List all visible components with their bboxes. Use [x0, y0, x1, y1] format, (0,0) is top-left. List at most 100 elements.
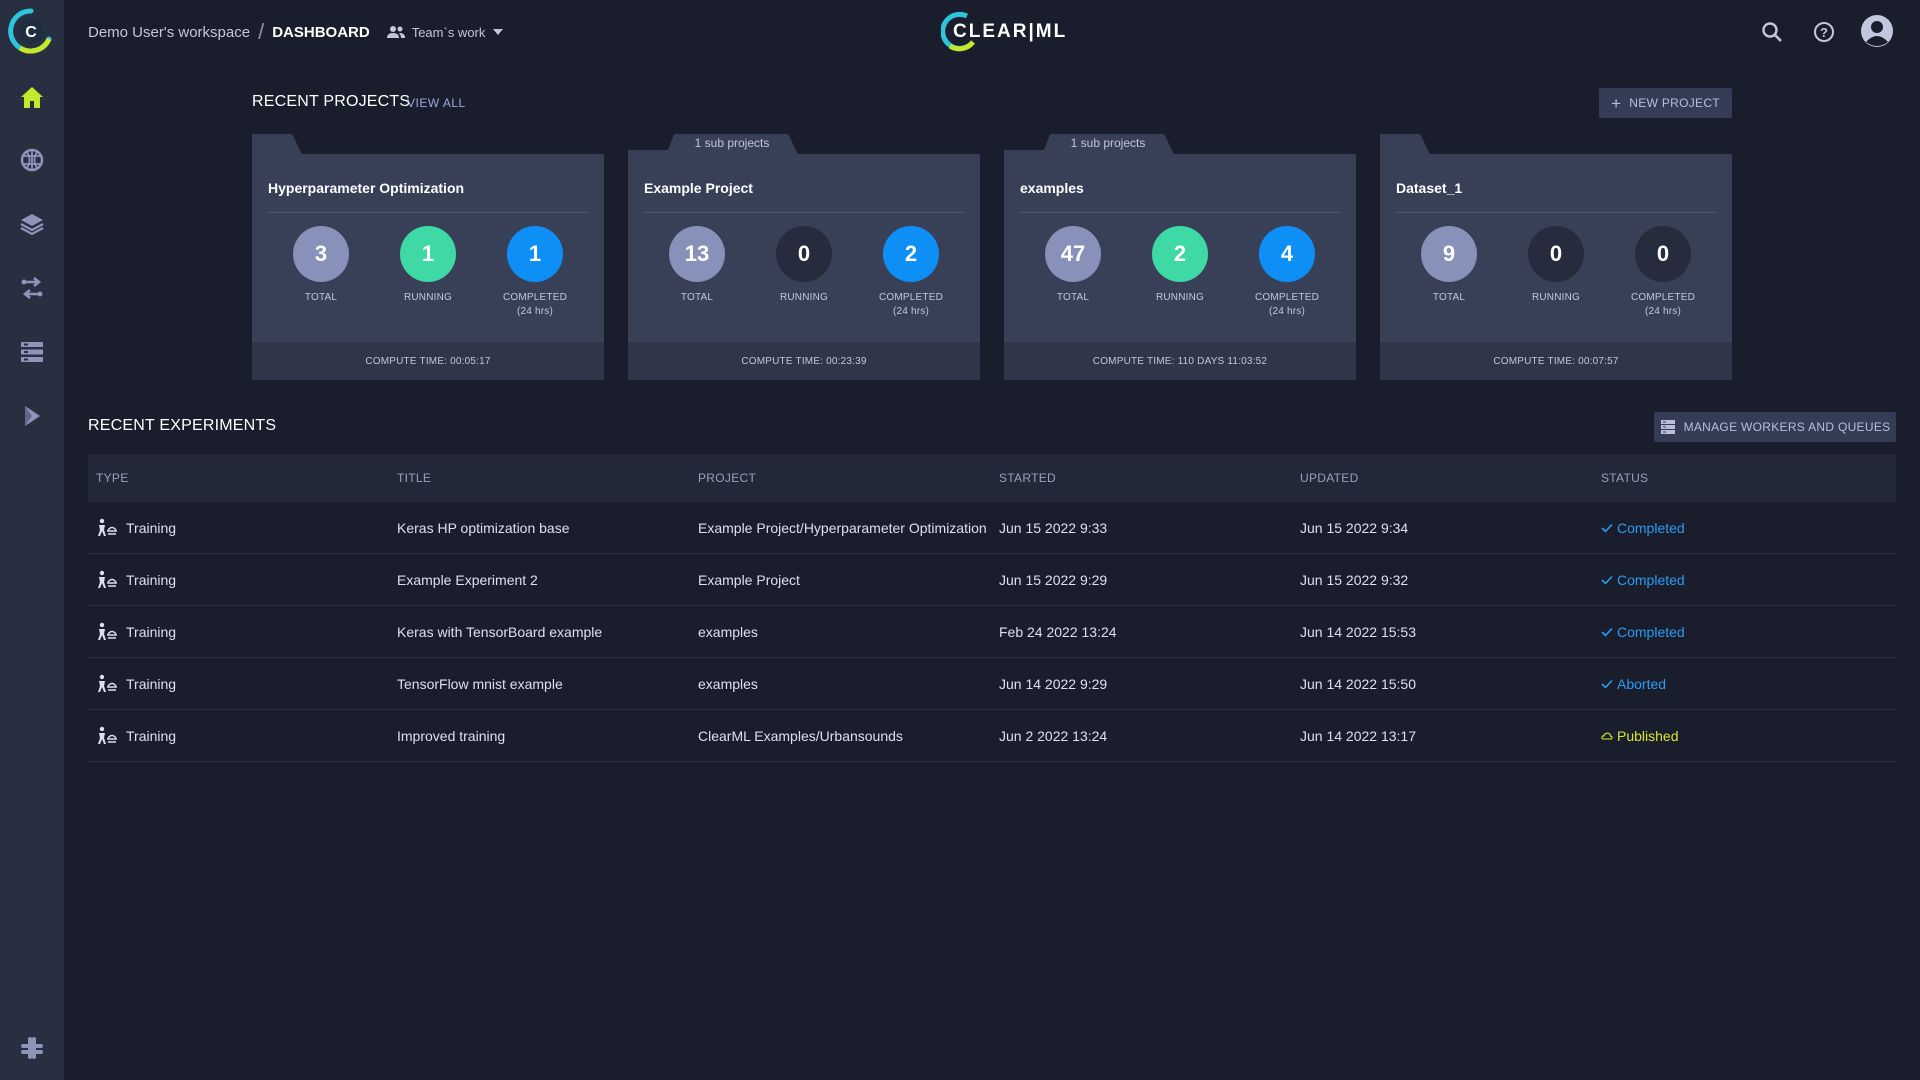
total-label: TOTAL [304, 292, 338, 303]
clearml-logo[interactable]: C [8, 8, 54, 54]
layers-icon [20, 214, 44, 236]
stat-completed: 4 COMPLETED (24 hrs) [1237, 226, 1337, 319]
cell-project: Example Project/Hyperparameter Optimizat… [698, 519, 987, 536]
total-label: TOTAL [1432, 292, 1466, 303]
cell-title: Improved training [397, 727, 506, 744]
manage-workers-label: MANAGE WORKERS AND QUEUES [1683, 420, 1891, 434]
project-card[interactable]: Hyperparameter Optimization 3 TOTAL 1 RU… [252, 134, 604, 380]
project-name: examples [1020, 180, 1084, 196]
top-header: Demo User's workspace / DASHBOARD Team`s… [64, 0, 1920, 64]
sidebar-item-slack[interactable] [0, 1022, 64, 1074]
compute-time: COMPUTE TIME: 00:05:17 [252, 342, 604, 380]
completed-label-period: (24 hrs) [1644, 306, 1682, 317]
pipelines-icon [21, 276, 43, 300]
deploy-icon [25, 406, 40, 426]
table-row[interactable]: Training Example Experiment 2 Example Pr… [88, 554, 1896, 606]
card-folder-tab [252, 134, 302, 154]
completed-label-text: COMPLETED [1254, 292, 1320, 303]
stat-completed: 2 COMPLETED (24 hrs) [861, 226, 961, 319]
total-count: 9 [1421, 226, 1477, 282]
column-header-status[interactable]: STATUS [1601, 471, 1896, 485]
card-folder-tab [1380, 134, 1430, 154]
table-row[interactable]: Training Keras with TensorBoard example … [88, 606, 1896, 658]
cell-status: Completed [1601, 572, 1896, 588]
column-header-started[interactable]: STARTED [999, 471, 1300, 485]
cell-updated: Jun 14 2022 15:53 [1300, 623, 1416, 640]
recent-projects-title: RECENT PROJECTS [252, 93, 411, 110]
status-label: Published [1617, 727, 1679, 744]
sidebar-item-pipelines[interactable] [0, 262, 64, 314]
cell-title: TensorFlow mnist example [397, 675, 563, 692]
completed-label: COMPLETED (24 hrs) [503, 291, 567, 319]
column-header-updated[interactable]: UPDATED [1300, 471, 1601, 485]
card-divider [644, 212, 964, 213]
breadcrumb-workspace[interactable]: Demo User's workspace [88, 24, 250, 41]
card-divider [1020, 212, 1340, 213]
cell-updated: Jun 15 2022 9:34 [1300, 519, 1409, 536]
project-name: Hyperparameter Optimization [268, 180, 465, 196]
cell-type: Training [88, 518, 397, 538]
project-card[interactable]: 1 sub projects Example Project 13 TOTAL … [628, 134, 980, 380]
sidebar-item-datasets[interactable] [0, 198, 64, 250]
new-project-button[interactable]: + NEW PROJECT [1599, 88, 1732, 118]
column-header-title[interactable]: TITLE [397, 471, 698, 485]
team-filter-dropdown[interactable]: Team`s work [386, 25, 504, 40]
cell-status: Aborted [1601, 676, 1896, 692]
cell-project: ClearML Examples/Urbansounds [698, 727, 903, 744]
cell-started: Jun 14 2022 9:29 [999, 675, 1108, 692]
running-label: RUNNING [1531, 292, 1581, 303]
svg-text:C: C [25, 24, 37, 41]
table-row[interactable]: Training TensorFlow mnist example exampl… [88, 658, 1896, 710]
table-row[interactable]: Training Improved training ClearML Examp… [88, 710, 1896, 762]
experiments-table: TYPE TITLE PROJECT STARTED UPDATED STATU… [88, 454, 1896, 762]
brand-logo: CLEAR|ML [941, 10, 1067, 54]
column-header-type[interactable]: TYPE [88, 471, 397, 485]
workers-icon [21, 342, 43, 362]
manage-workers-button[interactable]: MANAGE WORKERS AND QUEUES [1654, 412, 1896, 442]
user-avatar-icon[interactable] [1860, 14, 1894, 48]
cell-type: Training [88, 726, 397, 746]
view-all-link[interactable]: VIEW ALL [407, 96, 466, 110]
card-divider [268, 212, 588, 213]
workers-icon [1660, 420, 1675, 434]
project-card-body: Hyperparameter Optimization 3 TOTAL 1 RU… [252, 154, 604, 342]
type-label: Training [126, 623, 177, 640]
check-icon [1601, 678, 1613, 690]
project-name: Dataset_1 [1396, 180, 1463, 196]
stat-running: 1 RUNNING [378, 226, 478, 305]
running-count: 1 [400, 226, 456, 282]
project-card[interactable]: 1 sub projects examples 47 TOTAL 2 RUNNI… [1004, 134, 1356, 380]
stat-total: 47 TOTAL [1023, 226, 1123, 305]
table-row[interactable]: Training Keras HP optimization base Exam… [88, 502, 1896, 554]
new-project-label: NEW PROJECT [1629, 96, 1720, 110]
breadcrumb: Demo User's workspace / DASHBOARD Team`s… [88, 0, 504, 64]
cell-type: Training [88, 622, 397, 642]
cell-started: Jun 2 2022 13:24 [999, 727, 1108, 744]
breadcrumb-page: DASHBOARD [272, 23, 370, 41]
cell-updated: Jun 14 2022 15:50 [1300, 675, 1416, 692]
cell-started: Feb 24 2022 13:24 [999, 623, 1117, 640]
sidebar-item-dashboard[interactable] [0, 72, 64, 124]
sub-projects-label: 1 sub projects [694, 136, 770, 150]
type-label: Training [126, 571, 177, 588]
slack-icon [21, 1037, 43, 1059]
running-count: 2 [1152, 226, 1208, 282]
cell-title: Example Experiment 2 [397, 571, 538, 588]
help-icon[interactable]: ? [1810, 18, 1838, 46]
cell-project: examples [698, 675, 758, 692]
column-header-project[interactable]: PROJECT [698, 471, 999, 485]
completed-label-period: (24 hrs) [516, 306, 554, 317]
sidebar-item-deploy[interactable] [0, 390, 64, 442]
search-icon[interactable] [1758, 18, 1786, 46]
sidebar-item-workers[interactable] [0, 326, 64, 378]
cell-type: Training [88, 674, 397, 694]
running-label: RUNNING [1155, 292, 1205, 303]
project-card[interactable]: Dataset_1 9 TOTAL 0 RUNNING 0 COMPLETED (… [1380, 134, 1732, 380]
stat-total: 9 TOTAL [1399, 226, 1499, 305]
cell-updated: Jun 14 2022 13:17 [1300, 727, 1416, 744]
running-count: 0 [1528, 226, 1584, 282]
cell-started: Jun 15 2022 9:33 [999, 519, 1108, 536]
completed-count: 1 [507, 226, 563, 282]
cell-project: examples [698, 623, 758, 640]
sidebar-item-projects[interactable] [0, 134, 64, 186]
